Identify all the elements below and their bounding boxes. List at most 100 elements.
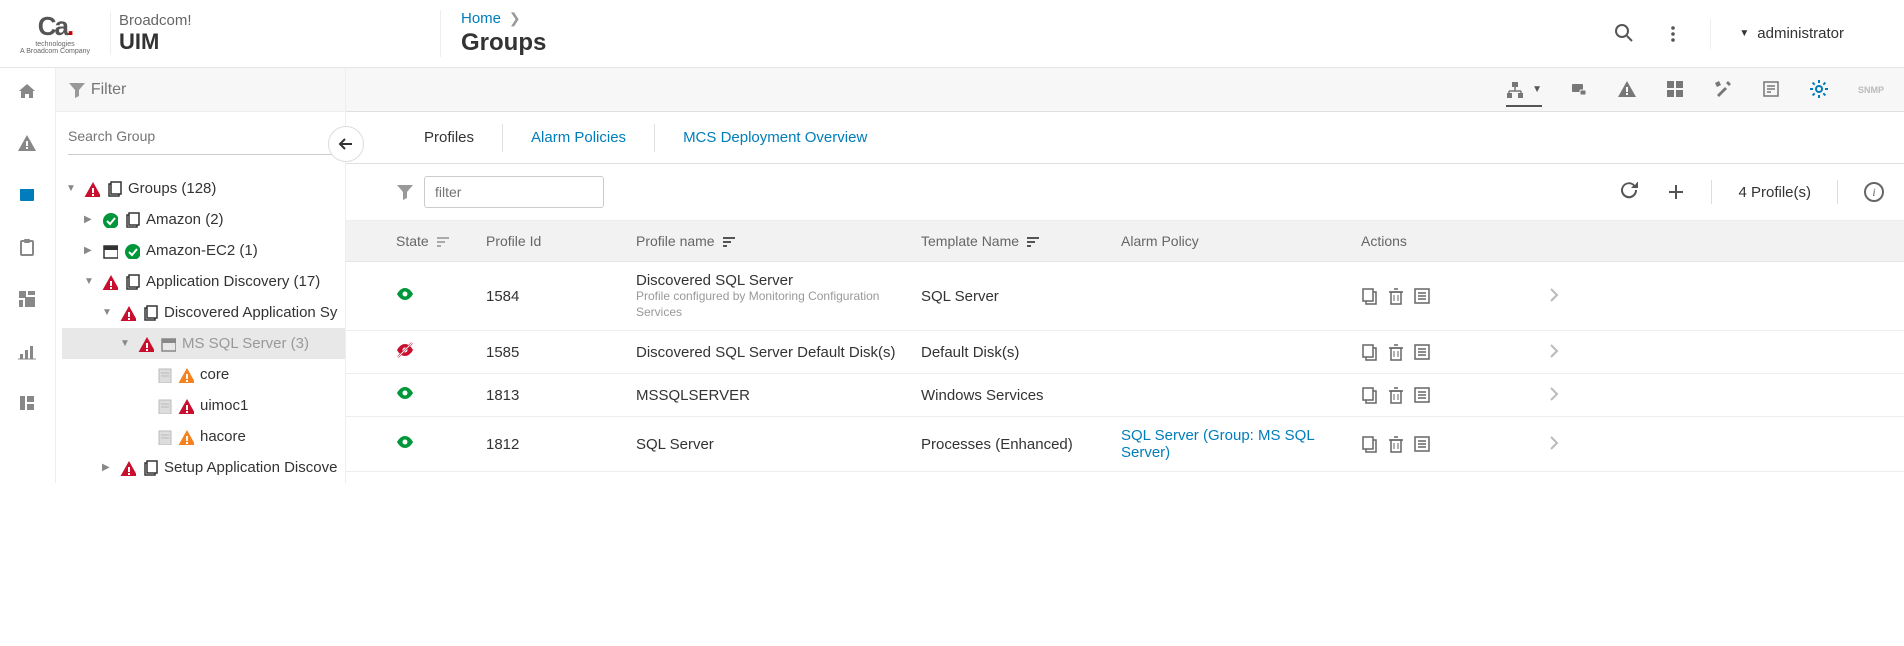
tab-alarm-policies[interactable]: Alarm Policies <box>503 124 654 152</box>
alert-critical-icon <box>178 398 194 414</box>
tree-filter-bar <box>56 81 345 99</box>
col-profile-name[interactable]: Profile name <box>636 233 921 249</box>
tree-node-setup-app[interactable]: ▶ Setup Application Discove <box>62 452 345 483</box>
copy-icon[interactable] <box>1361 343 1379 361</box>
breadcrumb-home[interactable]: Home <box>461 10 501 27</box>
tree-filter-input[interactable] <box>85 81 333 99</box>
user-name: administrator <box>1757 25 1844 42</box>
col-template[interactable]: Template Name <box>921 233 1121 249</box>
collapse-icon[interactable]: ▼ <box>102 307 114 318</box>
profile-count: 4 Profile(s) <box>1738 184 1811 201</box>
state-cell <box>396 341 486 363</box>
trash-icon[interactable] <box>1387 386 1405 404</box>
brand: Broadcom! UIM <box>110 12 440 55</box>
table-row: 1813 MSSQLSERVER Windows Services <box>346 374 1904 417</box>
collapse-icon[interactable]: ▼ <box>120 338 132 349</box>
refresh-icon[interactable] <box>1621 182 1641 202</box>
form-icon[interactable] <box>1762 80 1782 100</box>
gear-icon[interactable] <box>1810 80 1830 100</box>
col-profile-id[interactable]: Profile Id <box>486 233 636 249</box>
breadcrumb-area: Home ❯ Groups <box>440 10 1614 57</box>
table-row: 1584 Discovered SQL Server Profile confi… <box>346 262 1904 331</box>
template-cell: SQL Server <box>921 288 1121 305</box>
nav-home-icon[interactable] <box>18 82 38 102</box>
arrow-left-icon <box>337 135 355 153</box>
stack-icon <box>106 181 122 197</box>
table-row: 1812 SQL Server Processes (Enhanced) SQL… <box>346 417 1904 472</box>
content-toolbar: ▼ SNMP <box>346 68 1904 112</box>
group-tree: ▼ Groups (128) ▶ Amazon (2) ▶ Amazon-EC2… <box>56 173 345 483</box>
dropdown-icon: ▼ <box>1739 28 1749 39</box>
expand-icon[interactable]: ▶ <box>84 214 96 225</box>
list-icon[interactable] <box>1413 343 1431 361</box>
copy-icon[interactable] <box>1361 287 1379 305</box>
tree-node-amazon[interactable]: ▶ Amazon (2) <box>62 204 345 235</box>
list-icon[interactable] <box>1413 435 1431 453</box>
alert-critical-icon <box>120 460 136 476</box>
expand-row[interactable] <box>1521 286 1561 306</box>
add-icon[interactable] <box>1667 183 1685 201</box>
logo: Ca. technologiesA Broadcom Company <box>0 8 110 60</box>
copy-icon[interactable] <box>1361 386 1379 404</box>
tree-node-mssql[interactable]: ▼ MS SQL Server (3) <box>62 328 345 359</box>
company-name: Broadcom! <box>119 12 440 29</box>
expand-row[interactable] <box>1521 385 1561 405</box>
collapse-icon[interactable]: ▼ <box>84 276 96 287</box>
trash-icon[interactable] <box>1387 435 1405 453</box>
tree-node-groups[interactable]: ▼ Groups (128) <box>62 173 345 204</box>
nav-inventory-icon[interactable] <box>18 186 38 206</box>
device-icon[interactable] <box>1570 80 1590 100</box>
tree-node-discovered-app[interactable]: ▼ Discovered Application Sy <box>62 297 345 328</box>
profile-name-cell: SQL Server <box>636 436 921 453</box>
state-cell <box>396 433 486 455</box>
state-cell <box>396 384 486 406</box>
col-state[interactable]: State <box>396 233 486 249</box>
tree-node-app-discovery[interactable]: ▼ Application Discovery (17) <box>62 266 345 297</box>
funnel-icon <box>68 81 85 99</box>
expand-icon[interactable]: ▶ <box>102 462 114 473</box>
template-cell: Default Disk(s) <box>921 344 1121 361</box>
col-policy[interactable]: Alarm Policy <box>1121 233 1361 249</box>
search-icon[interactable] <box>1614 23 1636 45</box>
nav-clipboard-icon[interactable] <box>18 238 38 258</box>
collapse-icon[interactable]: ▼ <box>66 183 78 194</box>
server-icon <box>160 336 176 352</box>
trash-icon[interactable] <box>1387 287 1405 305</box>
expand-icon[interactable]: ▶ <box>84 245 96 256</box>
profile-filter-input[interactable] <box>424 176 604 208</box>
trash-icon[interactable] <box>1387 343 1405 361</box>
template-cell: Windows Services <box>921 387 1121 404</box>
nav-dashboard-icon[interactable] <box>18 290 38 310</box>
collapse-panel-button[interactable] <box>328 126 364 162</box>
policy-cell[interactable]: SQL Server (Group: MS SQL Server) <box>1121 427 1361 461</box>
tree-node-amazon-ec2[interactable]: ▶ Amazon-EC2 (1) <box>62 235 345 266</box>
alert-icon[interactable] <box>1618 80 1638 100</box>
tab-mcs[interactable]: MCS Deployment Overview <box>655 124 895 152</box>
grid-icon[interactable] <box>1666 80 1686 100</box>
tree-node-uimoc1[interactable]: uimoc1 <box>62 390 345 421</box>
list-icon[interactable] <box>1413 287 1431 305</box>
nav-reports-icon[interactable] <box>18 342 38 362</box>
info-icon[interactable]: i <box>1864 182 1884 202</box>
eye-open-icon <box>396 285 418 303</box>
profile-name-cell: Discovered SQL Server Default Disk(s) <box>636 344 921 361</box>
tree-icon <box>1506 81 1524 99</box>
tree-node-hacore[interactable]: hacore <box>62 421 345 452</box>
expand-row[interactable] <box>1521 434 1561 454</box>
search-group-input[interactable] <box>68 128 333 144</box>
alert-critical-icon <box>120 305 136 321</box>
more-icon[interactable] <box>1664 25 1682 43</box>
nav-alarms-icon[interactable] <box>18 134 38 154</box>
copy-icon[interactable] <box>1361 435 1379 453</box>
funnel-icon[interactable] <box>396 183 414 201</box>
chevron-right-icon <box>1545 434 1561 450</box>
list-icon[interactable] <box>1413 386 1431 404</box>
tools-icon[interactable] <box>1714 80 1734 100</box>
nav-slm-icon[interactable] <box>18 394 38 414</box>
user-menu[interactable]: ▼ administrator <box>1739 25 1844 42</box>
topology-dropdown[interactable]: ▼ <box>1506 81 1542 107</box>
expand-row[interactable] <box>1521 342 1561 362</box>
tree-node-core[interactable]: core <box>62 359 345 390</box>
tab-profiles[interactable]: Profiles <box>396 124 502 152</box>
chevron-right-icon <box>1545 286 1561 302</box>
